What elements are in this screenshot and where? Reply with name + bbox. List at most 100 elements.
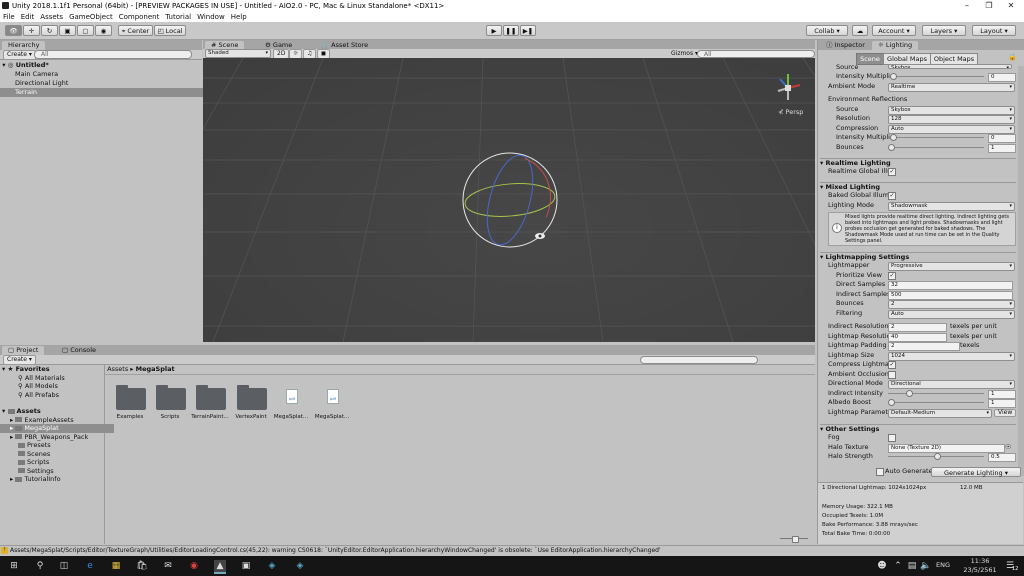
halo-strength-slider[interactable] — [888, 453, 984, 460]
favorite-all-materials[interactable]: ⚲ All Materials — [18, 374, 65, 383]
scale-tool-icon[interactable]: ▣ — [59, 25, 76, 36]
hierarchy-item-terrain[interactable]: Terrain — [0, 88, 215, 97]
tab-lighting[interactable]: ☼ Lighting — [872, 41, 919, 50]
menu-assets[interactable]: Assets — [37, 12, 66, 22]
lock-icon[interactable]: 🔒 — [1008, 53, 1017, 61]
folder-scripts[interactable]: Scripts — [18, 458, 49, 467]
transform-tool-icon[interactable]: ◉ — [95, 25, 112, 36]
scene-root-item[interactable]: ▾ ◎ Untitled* — [0, 61, 200, 70]
hand-tool-icon[interactable]: 👁 — [5, 25, 22, 36]
volume-icon[interactable]: 🔈 — [920, 560, 932, 572]
tab-hierarchy[interactable]: Hierarchy — [2, 41, 46, 50]
chrome-icon[interactable]: ◉ — [188, 560, 200, 572]
file-explorer-icon[interactable]: ▦ — [110, 560, 122, 572]
folder-megasplat[interactable]: ▸ MegaSplat — [0, 424, 114, 433]
breadcrumb-assets[interactable]: Assets — [107, 365, 128, 373]
language-indicator[interactable]: ENG — [936, 561, 950, 569]
albedo-boost-slider[interactable] — [888, 399, 984, 406]
auto-generate-checkbox[interactable] — [876, 468, 884, 476]
pivot-local-button[interactable]: ◰ Local — [154, 25, 186, 36]
app-icon[interactable]: ▣ — [240, 560, 252, 572]
network-icon[interactable]: ▤ — [906, 560, 918, 572]
rect-tool-icon[interactable]: ▢ — [77, 25, 94, 36]
object-picker-icon[interactable]: ☉ — [1005, 443, 1011, 451]
file-label-examples[interactable]: Examples — [108, 414, 152, 421]
edge-icon[interactable]: e — [84, 560, 96, 572]
env-intensity-slider[interactable] — [888, 73, 984, 80]
cloud-icon[interactable]: ☁ — [852, 25, 868, 36]
file-label-scripts[interactable]: Scripts — [148, 414, 192, 421]
folder-tutorialinfo[interactable]: ▸ TutorialInfo — [10, 475, 61, 484]
file-label-megasplat-2[interactable]: MegaSplat... — [310, 414, 354, 421]
refl-bounces-slider[interactable] — [888, 143, 984, 151]
minimize-icon[interactable]: – — [956, 0, 978, 12]
favorite-all-prefabs[interactable]: ⚲ All Prefabs — [18, 391, 59, 400]
gizmos-dropdown[interactable]: Gizmos ▾ — [671, 49, 698, 58]
menu-window[interactable]: Window — [194, 12, 228, 22]
project-create-button[interactable]: Create ▾ — [3, 355, 36, 365]
clock[interactable]: 11:36 23/5/2561 — [962, 557, 998, 575]
filtering-dropdown[interactable]: Auto — [888, 309, 1015, 319]
maximize-icon[interactable]: ❐ — [978, 0, 1000, 12]
project-search-input[interactable] — [640, 356, 758, 364]
menu-file[interactable]: File — [0, 12, 18, 22]
pivot-center-button[interactable]: ⌖ Center — [118, 25, 153, 36]
scene-viewport[interactable]: ⊀ Persp — [203, 58, 815, 342]
menu-component[interactable]: Component — [116, 12, 163, 22]
tray-arrow-icon[interactable]: ⌃ — [892, 560, 904, 572]
other-settings-header[interactable]: ▾ Other Settings — [820, 424, 1016, 434]
hierarchy-item-main-camera[interactable]: Main Camera — [0, 70, 215, 79]
persp-label[interactable]: ⊀ Persp — [778, 108, 803, 116]
folder-exampleassets[interactable]: ▸ ExampleAssets — [10, 416, 74, 425]
menu-tutorial[interactable]: Tutorial — [162, 12, 194, 22]
layout-button[interactable]: Layout ▾ — [972, 25, 1016, 36]
layers-button[interactable]: Layers ▾ — [922, 25, 966, 36]
folder-icon[interactable] — [156, 385, 186, 410]
app-icon-3[interactable]: ◈ — [294, 560, 306, 572]
folder-settings[interactable]: Settings — [18, 467, 54, 476]
zoom-slider-thumb[interactable] — [792, 536, 799, 543]
play-button[interactable]: ▶ — [486, 25, 502, 36]
file-label-terrainpaint[interactable]: TerrainPaint... — [188, 414, 232, 421]
halo-texture-field[interactable]: None (Texture 2D) — [888, 443, 1005, 453]
favorite-all-models[interactable]: ⚲ All Models — [18, 382, 58, 391]
lightmap-params-view-button[interactable]: View — [994, 408, 1017, 417]
folder-scenes[interactable]: Scenes — [18, 450, 50, 459]
mail-icon[interactable]: ✉ — [162, 560, 174, 572]
ambient-occlusion-checkbox[interactable] — [888, 370, 896, 379]
zoom-slider[interactable] — [780, 536, 808, 543]
scene-search-input[interactable]: All — [697, 50, 815, 58]
menu-edit[interactable]: Edit — [18, 12, 38, 22]
folder-icon[interactable] — [116, 385, 146, 410]
close-icon[interactable]: ✕ — [1000, 0, 1022, 12]
people-icon[interactable]: ☻ — [876, 560, 888, 572]
unity-taskbar-icon[interactable]: ▲ — [214, 560, 226, 574]
hierarchy-create-button[interactable]: Create ▾ — [3, 50, 36, 60]
step-button[interactable]: ▶❚ — [520, 25, 536, 36]
menu-gameobject[interactable]: GameObject — [66, 12, 116, 22]
breadcrumb-megasplat[interactable]: MegaSplat — [136, 365, 175, 373]
store-icon[interactable]: 🛍 — [136, 560, 148, 572]
windows-start-icon[interactable]: ⊞ — [8, 560, 20, 572]
folder-presets[interactable]: Presets — [18, 441, 51, 450]
task-view-icon[interactable]: ◫ — [58, 560, 70, 572]
assets-header[interactable]: ▾ Assets — [2, 407, 41, 416]
tab-console[interactable]: ▢ Console — [56, 346, 102, 355]
env-source-dropdown[interactable]: Skybox — [888, 64, 1012, 69]
prioritize-view-checkbox[interactable]: ✓ — [888, 271, 896, 280]
generate-lighting-button[interactable]: Generate Lighting ▾ — [931, 467, 1021, 477]
account-button[interactable]: Account ▾ — [872, 25, 916, 36]
refl-bounces-field[interactable]: 1 — [988, 143, 1016, 153]
search-icon[interactable]: ⚲ — [34, 560, 46, 572]
baked-gi-checkbox[interactable]: ✓ — [888, 192, 896, 200]
hierarchy-search-input[interactable]: All — [34, 50, 192, 59]
realtime-gi-checkbox[interactable]: ✓ — [888, 168, 896, 176]
lightmap-params-dropdown[interactable]: Default-Medium — [888, 408, 992, 418]
collab-button[interactable]: Collab ▾ — [806, 25, 848, 36]
menu-help[interactable]: Help — [228, 12, 250, 22]
ambient-mode-dropdown[interactable]: Realtime — [888, 82, 1015, 92]
halo-strength-field[interactable]: 0.5 — [988, 453, 1016, 462]
tab-inspector[interactable]: ⓘ Inspector — [820, 41, 871, 50]
status-message[interactable]: Assets/MegaSplat/Scripts/Editor/TextureG… — [10, 546, 661, 556]
tab-project[interactable]: ▢ Project — [2, 346, 45, 355]
